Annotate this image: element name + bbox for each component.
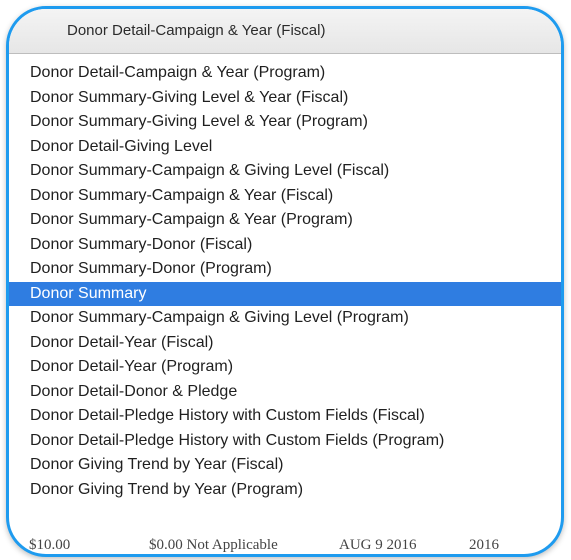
background-status: $0.00 Not Applicable [149, 537, 278, 553]
report-option-item[interactable]: Donor Detail-Giving Level [9, 135, 561, 160]
report-option-item[interactable]: Donor Summary-Donor (Fiscal) [9, 233, 561, 258]
background-date: AUG 9 2016 [339, 537, 417, 553]
report-select-current-value[interactable]: Donor Detail-Campaign & Year (Fiscal) [9, 9, 561, 54]
report-option-item[interactable]: Donor Detail-Pledge History with Custom … [9, 429, 561, 454]
report-option-item[interactable]: Donor Summary-Giving Level & Year (Progr… [9, 110, 561, 135]
report-option-item[interactable]: Donor Detail-Year (Fiscal) [9, 331, 561, 356]
report-option-item[interactable]: Donor Summary-Donor (Program) [9, 257, 561, 282]
report-option-item[interactable]: Donor Detail-Campaign & Year (Program) [9, 61, 561, 86]
report-option-item[interactable]: Donor Summary-Campaign & Year (Fiscal) [9, 184, 561, 209]
report-option-item[interactable]: Donor Summary-Campaign & Giving Level (P… [9, 306, 561, 331]
report-option-item[interactable]: Donor Detail-Year (Program) [9, 355, 561, 380]
report-option-item[interactable]: Donor Summary-Campaign & Giving Level (F… [9, 159, 561, 184]
background-table-row: $10.00 $0.00 Not Applicable AUG 9 2016 2… [9, 531, 561, 554]
report-options-list: Donor Detail-Campaign & Year (Program) Do… [9, 61, 561, 502]
report-option-item[interactable]: Donor Summary-Campaign & Year (Program) [9, 208, 561, 233]
report-option-item[interactable]: Donor Summary [9, 281, 561, 306]
dropdown-popup-frame: $10.00 $0.00 Not Applicable AUG 9 2016 2… [6, 6, 564, 557]
report-option-item[interactable]: Donor Detail-Donor & Pledge [9, 380, 561, 405]
report-option-item[interactable]: Donor Detail-Pledge History with Custom … [9, 404, 561, 429]
background-amount: $10.00 [29, 537, 71, 553]
report-select-label: Donor Detail-Campaign & Year (Fiscal) [67, 22, 326, 39]
report-option-item[interactable]: Donor Giving Trend by Year (Fiscal) [9, 453, 561, 478]
report-option-item[interactable]: Donor Summary-Giving Level & Year (Fisca… [9, 86, 561, 111]
background-year: 2016 [469, 537, 499, 553]
report-option-item[interactable]: Donor Giving Trend by Year (Program) [9, 478, 561, 503]
